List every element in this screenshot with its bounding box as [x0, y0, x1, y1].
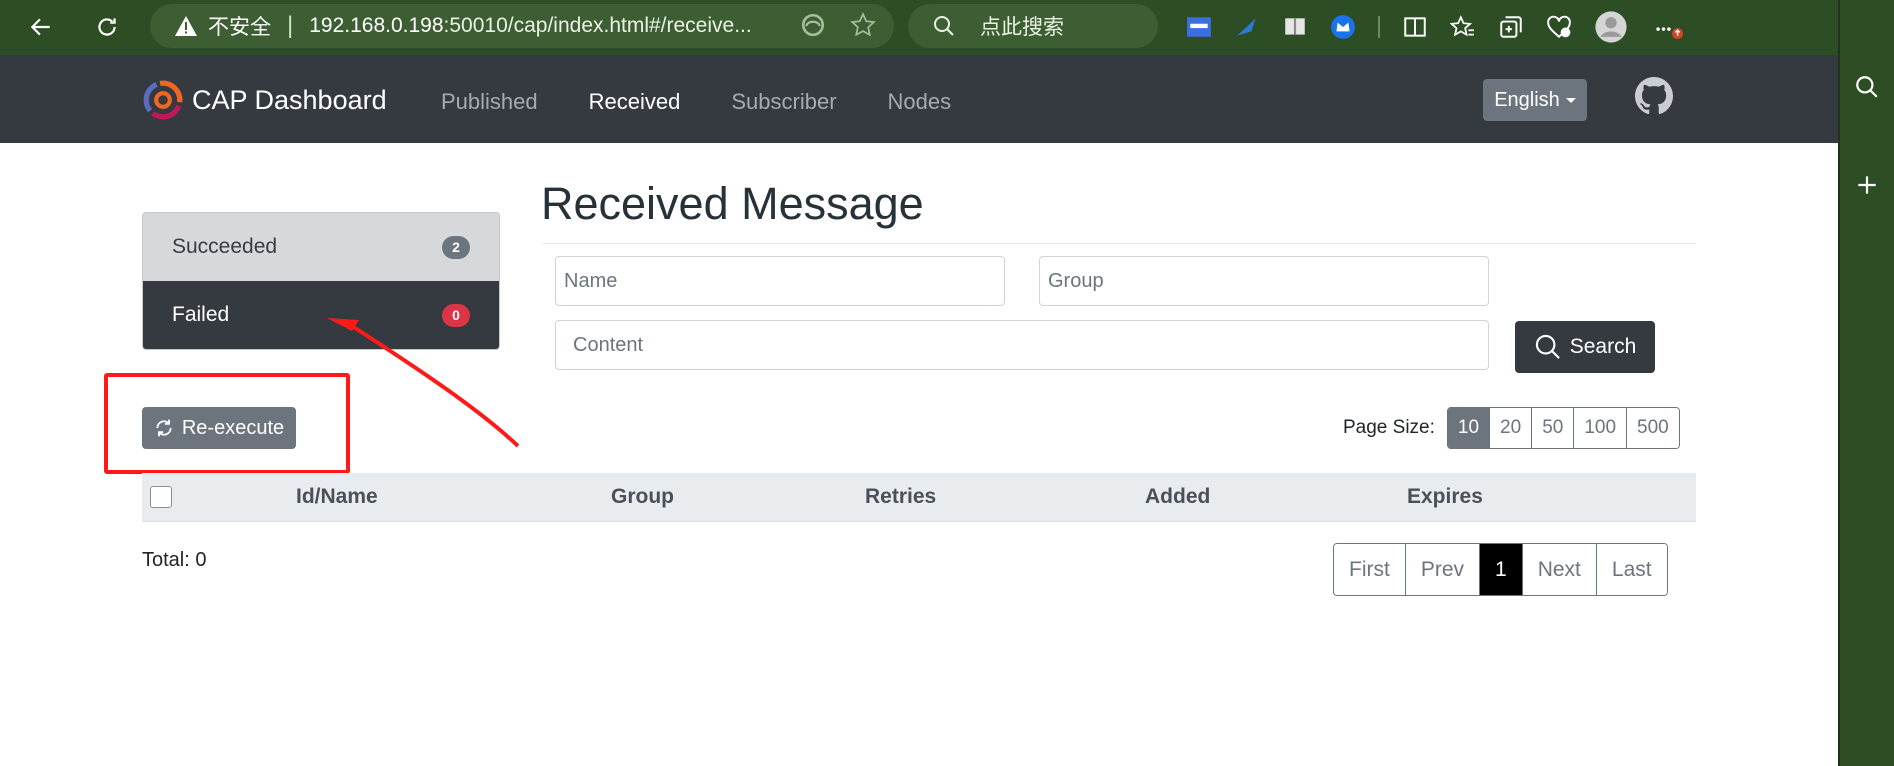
content-input[interactable] [555, 320, 1489, 370]
pagination: First Prev 1 Next Last [1333, 543, 1668, 596]
table-header: Id/Name Group Retries Added Expires [142, 473, 1696, 522]
column-added[interactable]: Added [1145, 485, 1210, 509]
url-text[interactable]: 192.168.0.198:50010/cap/index.html#/rece… [309, 14, 751, 38]
search-icon [934, 16, 954, 36]
split-screen-icon[interactable] [1402, 14, 1428, 40]
more-options-icon[interactable] [1650, 14, 1690, 40]
nav-links: Published Received Subscriber Nodes [441, 89, 951, 115]
browser-sidebar [1838, 0, 1894, 766]
status-item-failed[interactable]: Failed 0 [143, 281, 499, 349]
caret-down-icon [1565, 97, 1576, 103]
language-dropdown[interactable]: English [1483, 79, 1587, 121]
profile-avatar-icon[interactable] [1594, 10, 1628, 44]
page-title: Received Message [541, 178, 924, 229]
reader-extension-icon[interactable] [1282, 14, 1308, 40]
page-size-10[interactable]: 10 [1447, 408, 1490, 448]
security-label: 不安全 [208, 16, 271, 39]
page-current[interactable]: 1 [1479, 544, 1522, 595]
status-list: Succeeded 2 Failed 0 [142, 212, 500, 350]
language-label: English [1494, 88, 1560, 111]
select-all-checkbox[interactable] [150, 486, 172, 508]
column-expires[interactable]: Expires [1407, 485, 1483, 509]
total-count: Total: 0 [142, 549, 207, 571]
nav-nodes[interactable]: Nodes [888, 89, 952, 115]
crown-extension-icon[interactable] [1330, 14, 1356, 40]
arrow-left-icon [30, 18, 50, 36]
search-button[interactable]: Search [1515, 321, 1655, 373]
refresh-button[interactable] [90, 10, 124, 44]
page-first[interactable]: First [1334, 544, 1405, 595]
nav-received[interactable]: Received [589, 89, 681, 115]
browser-toolbar: 不安全 | 192.168.0.198:50010/cap/index.html… [0, 0, 1894, 55]
page-size-100[interactable]: 100 [1573, 408, 1627, 448]
wing-extension-icon[interactable] [1234, 14, 1260, 40]
page-size-selector: Page Size: 10 20 50 100 500 [1343, 407, 1680, 449]
nav-subscriber[interactable]: Subscriber [731, 89, 836, 115]
page-size-50[interactable]: 50 [1531, 408, 1574, 448]
extension-toolbar [1186, 10, 1690, 44]
favorites-icon[interactable] [1450, 14, 1476, 40]
toolbar-divider [1378, 16, 1380, 38]
count-badge-failed: 0 [442, 303, 470, 327]
cap-logo-icon [143, 80, 183, 120]
column-id-name[interactable]: Id/Name [296, 485, 378, 509]
brand-name: CAP Dashboard [192, 84, 387, 115]
refresh-icon [98, 18, 116, 36]
page-size-500[interactable]: 500 [1626, 408, 1679, 448]
count-badge-succeeded: 2 [442, 235, 470, 259]
back-button[interactable] [24, 10, 58, 44]
status-label-failed: Failed [172, 303, 230, 326]
nav-published[interactable]: Published [441, 89, 538, 115]
edge-read-aloud-icon[interactable] [800, 12, 826, 38]
browser-essentials-icon[interactable] [1546, 14, 1572, 40]
sidebar-search-icon[interactable] [1854, 74, 1880, 100]
column-retries[interactable]: Retries [865, 485, 936, 509]
browser-search-box[interactable]: 点此搜索 [908, 4, 1158, 48]
page-next[interactable]: Next [1521, 544, 1596, 595]
status-label-succeeded: Succeeded [172, 235, 278, 258]
page-size-label: Page Size: [1343, 417, 1435, 438]
sidebar-add-icon[interactable] [1854, 172, 1880, 198]
title-divider [541, 243, 1696, 244]
collections-icon[interactable] [1498, 14, 1524, 40]
status-item-succeeded[interactable]: Succeeded 2 [143, 213, 499, 281]
column-group[interactable]: Group [611, 485, 674, 509]
app-navbar: CAP Dashboard Published Received Subscri… [0, 55, 1838, 143]
address-bar[interactable]: 不安全 | 192.168.0.198:50010/cap/index.html… [150, 4, 894, 48]
page-last[interactable]: Last [1595, 544, 1667, 595]
github-link[interactable] [1635, 77, 1673, 120]
favorite-star-icon[interactable] [850, 12, 876, 38]
annotation-highlight-box [104, 373, 350, 474]
name-input[interactable] [555, 256, 1005, 306]
search-label: Search [1569, 335, 1637, 358]
brand[interactable]: CAP Dashboard [142, 79, 387, 121]
url-host: 192.168.0.198 [309, 14, 444, 37]
github-icon [1635, 77, 1673, 115]
page-size-20[interactable]: 20 [1489, 408, 1532, 448]
security-indicator[interactable]: 不安全 | [174, 11, 309, 41]
group-input[interactable] [1039, 256, 1489, 306]
url-divider: | [287, 12, 294, 39]
warning-icon [175, 16, 197, 36]
url-path: :50010/cap/index.html#/receive... [443, 14, 752, 37]
search-icon [1535, 334, 1560, 359]
browser-search-placeholder: 点此搜索 [980, 16, 1064, 39]
page-size-options: 10 20 50 100 500 [1446, 407, 1680, 449]
ruler-extension-icon[interactable] [1186, 14, 1212, 40]
page-prev[interactable]: Prev [1404, 544, 1480, 595]
